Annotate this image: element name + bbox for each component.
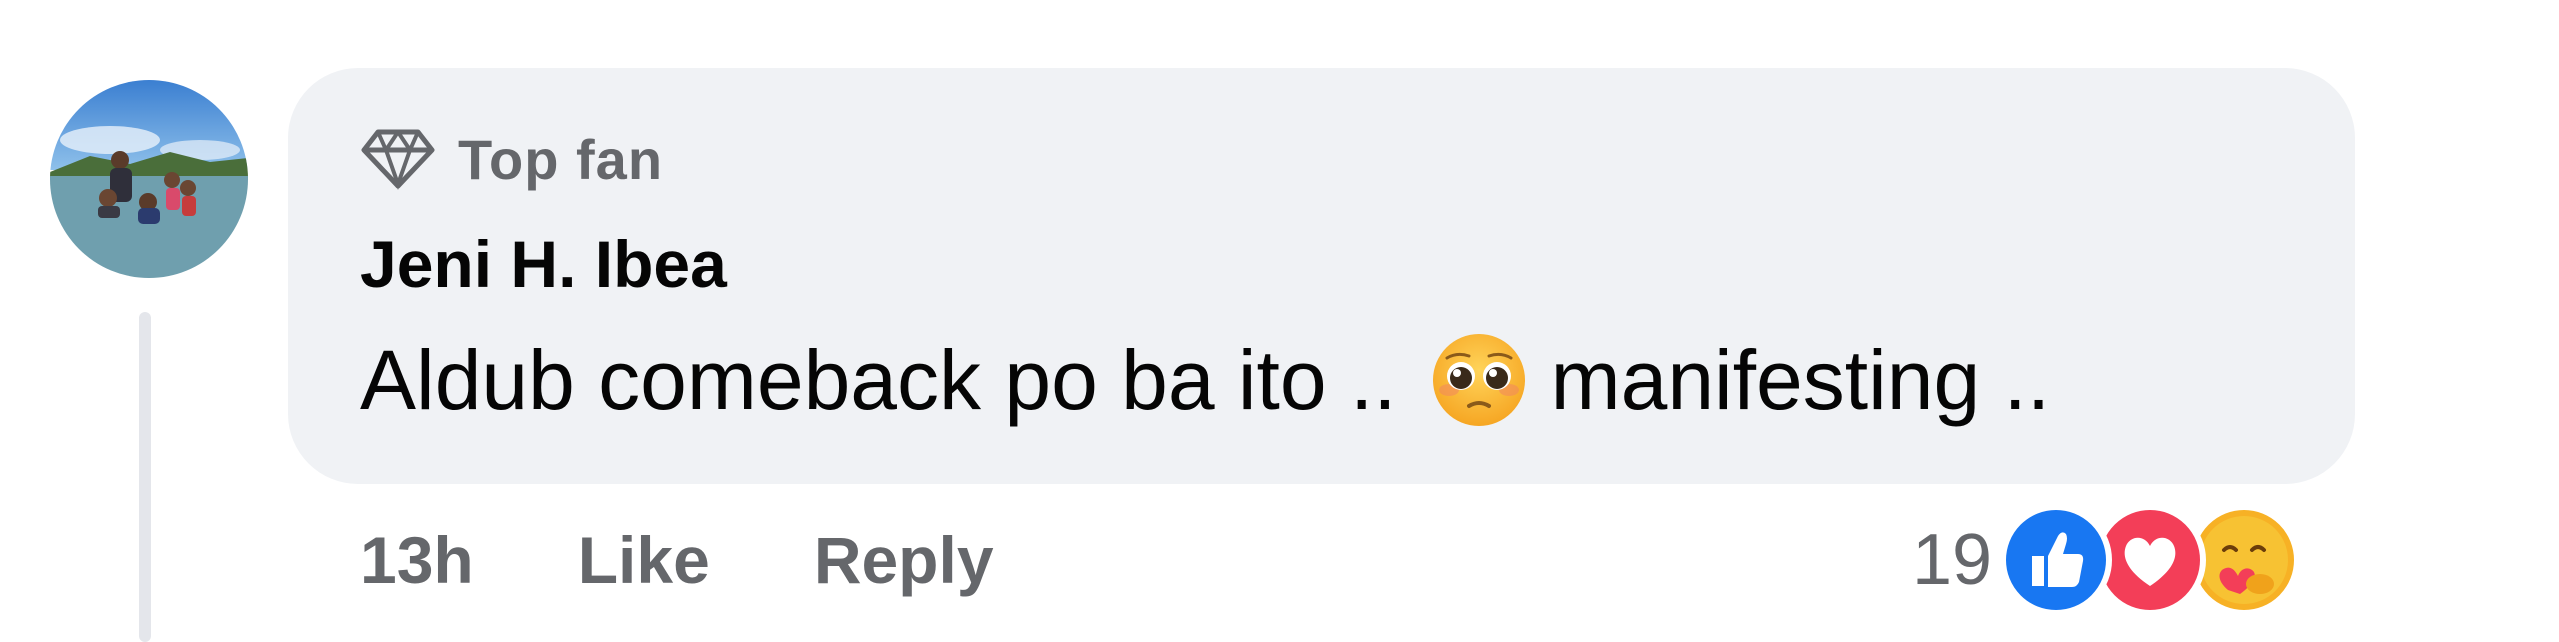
comment-text: Aldub comeback po ba ito .. manifesting … xyxy=(360,330,2050,430)
like-icon xyxy=(2000,504,2113,616)
avatar[interactable] xyxy=(50,80,248,278)
reaction-count: 19 xyxy=(1912,520,1993,600)
like-button[interactable]: Like xyxy=(578,522,710,598)
reactions-summary[interactable]: 19 xyxy=(1912,500,2301,620)
top-fan-badge: Top fan xyxy=(360,124,663,194)
comment-actions: 13h Like Reply xyxy=(360,520,994,600)
badge-label: Top fan xyxy=(458,127,664,191)
thread-line xyxy=(139,312,151,642)
diamond-icon xyxy=(361,129,435,190)
timestamp[interactable]: 13h xyxy=(360,522,474,598)
comment-text-part-2: manifesting .. xyxy=(1550,333,2051,427)
reply-button[interactable]: Reply xyxy=(814,522,994,598)
author-name[interactable]: Jeni H. Ibea xyxy=(360,224,727,304)
pleading-face-emoji-icon xyxy=(1429,330,1529,430)
comment-text-part-1: Aldub comeback po ba ito .. xyxy=(360,333,1397,427)
